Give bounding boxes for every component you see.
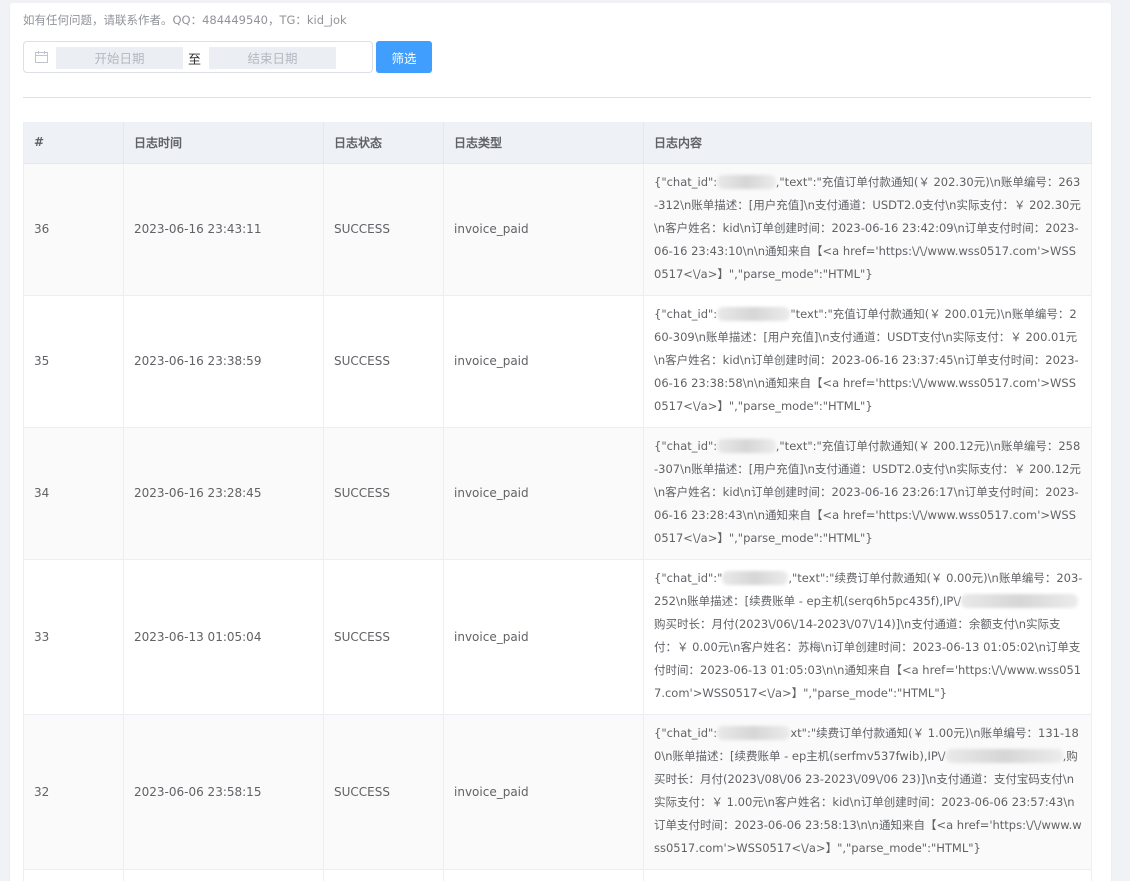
row-time: 2023-06-13 01:05:04: [123, 559, 324, 715]
row-content: {"chat_id":88888888,"text":"充值订单付款通知(￥ 2…: [643, 163, 1092, 296]
row-content: {"chat_id":88888888,"text":"充值订单付款通知(￥ 2…: [643, 427, 1092, 560]
row-type: invoice_paid: [443, 714, 644, 870]
header-content: 日志内容: [643, 122, 1092, 164]
table-row: 35 2023-06-16 23:38:59 SUCCESS invoice_p…: [23, 295, 1092, 428]
row-time: 2023-06-16 23:28:45: [123, 427, 324, 560]
table-row: [23, 869, 1092, 881]
row-type: invoice_paid: [443, 427, 644, 560]
row-id: 35: [23, 295, 124, 428]
row-time: 2023-06-06 23:58:15: [123, 714, 324, 870]
divider: [23, 97, 1091, 98]
header-id: #: [23, 122, 124, 164]
date-range-picker[interactable]: 至: [23, 41, 373, 73]
table-row: 34 2023-06-16 23:28:45 SUCCESS invoice_p…: [23, 427, 1092, 560]
header-time: 日志时间: [123, 122, 324, 164]
header-status: 日志状态: [323, 122, 444, 164]
redacted-chat-id: 888888888: [722, 571, 789, 585]
table-row: 36 2023-06-16 23:43:11 SUCCESS invoice_p…: [23, 163, 1092, 296]
end-date-input[interactable]: [209, 47, 336, 69]
row-time: 2023-06-16 23:38:59: [123, 295, 324, 428]
row-status: SUCCESS: [323, 714, 444, 870]
row-type: invoice_paid: [443, 295, 644, 428]
row-content: {"chat_id":8888888888xt":"续费订单付款通知(￥ 1.0…: [643, 714, 1092, 870]
row-time: [123, 869, 324, 881]
row-status: SUCCESS: [323, 559, 444, 715]
redacted-chat-id: 88888888: [717, 175, 776, 189]
row-time: 2023-06-16 23:43:11: [123, 163, 324, 296]
calendar-icon: [35, 51, 48, 63]
row-content: [643, 869, 1092, 881]
row-id: [23, 869, 124, 881]
row-type: [443, 869, 644, 881]
redacted-chat-id: 88888888: [717, 439, 776, 453]
table-row: 33 2023-06-13 01:05:04 SUCCESS invoice_p…: [23, 559, 1092, 715]
log-table: # 日志时间 日志状态 日志类型 日志内容 36 2023-06-16 23:4…: [23, 122, 1092, 881]
row-id: 32: [23, 714, 124, 870]
contact-notice: 如有任何问题，请联系作者。QQ：484449540，TG：kid_jok: [23, 13, 347, 27]
row-content: {"chat_id":"888888888,"text":"续费订单付款通知(￥…: [643, 559, 1092, 715]
row-type: invoice_paid: [443, 163, 644, 296]
row-status: SUCCESS: [323, 163, 444, 296]
log-panel: 如有任何问题，请联系作者。QQ：484449540，TG：kid_jok 至 筛…: [10, 3, 1111, 881]
table-header-row: # 日志时间 日志状态 日志类型 日志内容: [23, 122, 1092, 164]
header-type: 日志类型: [443, 122, 644, 164]
row-status: SUCCESS: [323, 427, 444, 560]
filter-button[interactable]: 筛选: [376, 41, 432, 73]
start-date-input[interactable]: [56, 47, 183, 69]
row-id: 33: [23, 559, 124, 715]
redacted-chat-id: 8888888888: [717, 726, 791, 740]
row-id: 36: [23, 163, 124, 296]
redacted-ip: 8888888888888888: [945, 749, 1063, 763]
redacted-ip: 8888888888888888: [961, 594, 1079, 608]
range-separator: 至: [188, 53, 202, 68]
row-status: SUCCESS: [323, 295, 444, 428]
table-row: 32 2023-06-06 23:58:15 SUCCESS invoice_p…: [23, 714, 1092, 870]
row-id: 34: [23, 427, 124, 560]
row-type: invoice_paid: [443, 559, 644, 715]
redacted-chat-id: 8888888888: [717, 307, 791, 321]
row-status: [323, 869, 444, 881]
row-content: {"chat_id":8888888888"text":"充值订单付款通知(￥ …: [643, 295, 1092, 428]
